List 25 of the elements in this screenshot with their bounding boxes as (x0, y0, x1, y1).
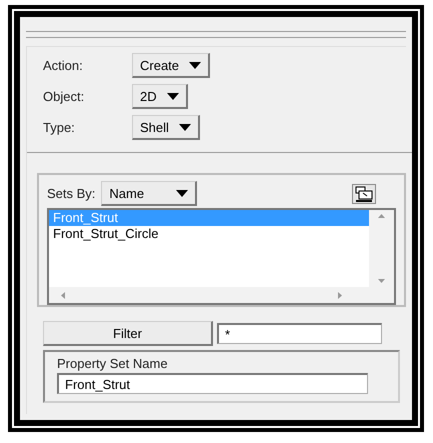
caret-icon (178, 124, 191, 130)
expand-window-icon[interactable] (352, 184, 376, 204)
caret-icon (176, 190, 188, 196)
grip-handle[interactable] (26, 31, 406, 38)
filter-field[interactable]: * (217, 323, 382, 344)
scroll-right-icon[interactable] (338, 292, 342, 298)
scroll-left-icon[interactable] (61, 292, 65, 298)
field-label: Action: (43, 58, 84, 73)
sets-by-dropdown[interactable]: Name (101, 181, 198, 206)
dropdown[interactable]: 2D (132, 84, 188, 109)
field-label: Object: (43, 89, 86, 104)
vertical-scrollbar[interactable] (369, 210, 394, 287)
caret-icon (189, 62, 202, 68)
caret-icon (166, 92, 179, 100)
filter-button[interactable]: Filter (43, 321, 213, 346)
scroll-down-icon[interactable] (378, 279, 385, 283)
sets-by-label: Sets By: (47, 186, 96, 201)
scroll-up-icon[interactable] (378, 214, 385, 218)
dropdown[interactable]: Create (132, 53, 210, 78)
property-set-name-field[interactable]: Front_Strut (57, 373, 368, 394)
list-item[interactable]: Front_Strut_Circle (49, 226, 369, 242)
horizontal-scrollbar[interactable] (49, 287, 394, 303)
dropdown[interactable]: Shell (132, 115, 200, 140)
property-set-name-label: Property Set Name (57, 356, 169, 371)
field-label: Type: (43, 120, 76, 135)
